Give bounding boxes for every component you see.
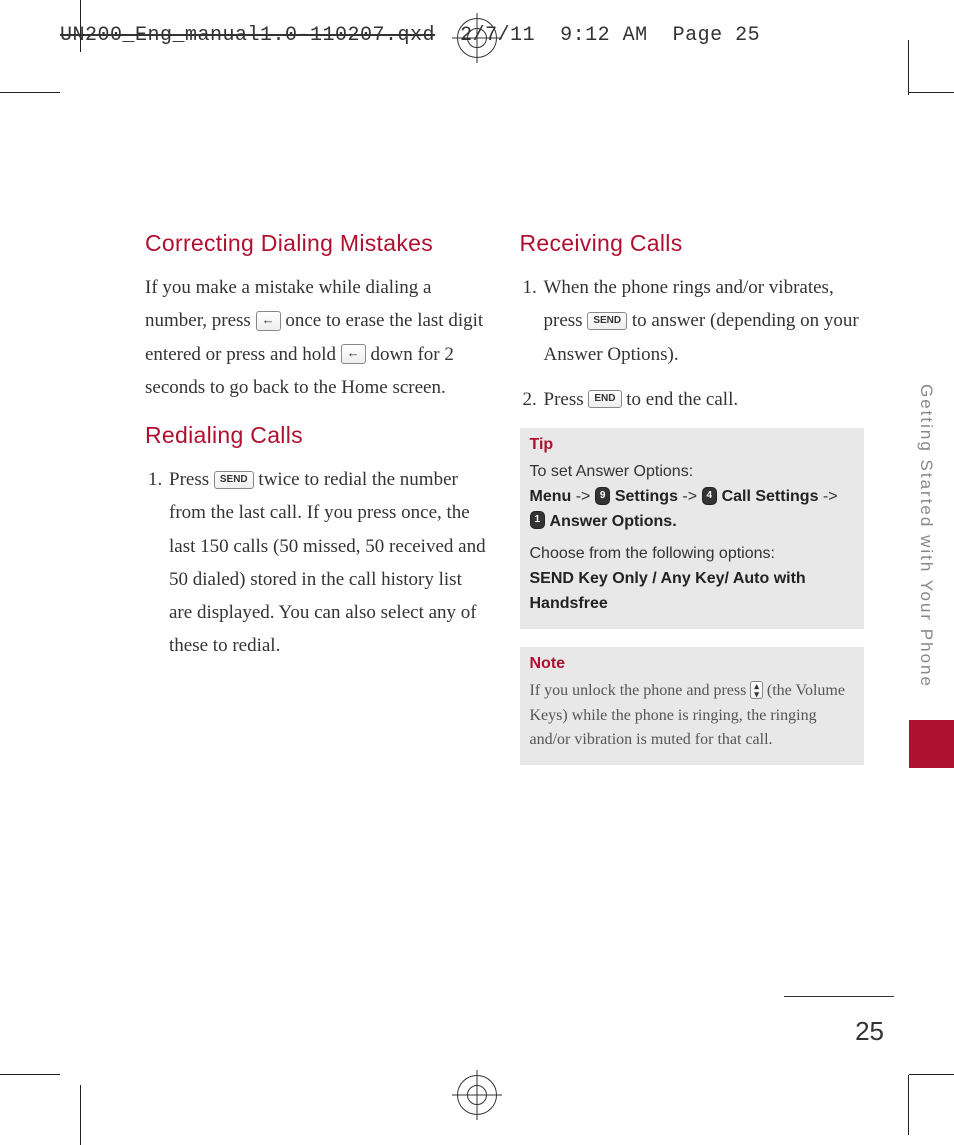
tip-box: Tip To set Answer Options: Menu -> 9 Set… bbox=[520, 428, 865, 629]
crop-mark bbox=[0, 1074, 60, 1075]
print-header: UN200_Eng_manual1.0-110207.qxd 2/7/11 9:… bbox=[60, 24, 760, 47]
heading-redialing-calls: Redialing Calls bbox=[145, 422, 490, 449]
keypad-4-icon: 4 bbox=[702, 487, 718, 505]
note-body: If you unlock the phone and press ▴▾ (th… bbox=[530, 679, 855, 753]
list-item: When the phone rings and/or vibrates, pr… bbox=[542, 271, 865, 371]
list-item: Press SEND twice to redial the number fr… bbox=[167, 463, 490, 663]
note-title: Note bbox=[530, 655, 855, 673]
back-key-icon bbox=[256, 311, 281, 331]
page-content: Correcting Dialing Mistakes If you make … bbox=[145, 230, 864, 783]
crop-mark bbox=[908, 1075, 909, 1135]
right-column: Receiving Calls When the phone rings and… bbox=[520, 230, 865, 783]
heading-receiving-calls: Receiving Calls bbox=[520, 230, 865, 257]
crop-mark bbox=[908, 40, 909, 95]
crop-mark bbox=[80, 0, 81, 52]
crop-mark bbox=[0, 92, 60, 93]
keypad-9-icon: 9 bbox=[595, 487, 611, 505]
crop-mark bbox=[80, 1085, 81, 1145]
crop-mark bbox=[909, 92, 954, 93]
back-key-icon bbox=[341, 344, 366, 364]
list-item: Press END to end the call. bbox=[542, 383, 865, 416]
heading-correcting-dialing-mistakes: Correcting Dialing Mistakes bbox=[145, 230, 490, 257]
print-time: 9:12 AM bbox=[560, 24, 648, 47]
side-tab: Getting Started with Your Phone bbox=[906, 380, 954, 770]
registration-target-icon bbox=[457, 18, 497, 58]
left-column: Correcting Dialing Mistakes If you make … bbox=[145, 230, 490, 783]
crop-mark bbox=[909, 1074, 954, 1075]
tip-body: To set Answer Options: Menu -> 9 Setting… bbox=[530, 460, 855, 617]
print-filename: UN200_Eng_manual1.0-110207.qxd bbox=[60, 24, 435, 47]
side-tab-marker bbox=[909, 720, 954, 768]
keypad-1-icon: 1 bbox=[530, 511, 546, 529]
side-tab-label: Getting Started with Your Phone bbox=[906, 380, 936, 744]
send-key-icon: SEND bbox=[587, 312, 627, 330]
registration-target-icon bbox=[457, 1075, 497, 1115]
send-key-icon: SEND bbox=[214, 471, 254, 489]
ordered-list: Press SEND twice to redial the number fr… bbox=[145, 463, 490, 663]
note-box: Note If you unlock the phone and press ▴… bbox=[520, 647, 865, 765]
page-number: 25 bbox=[855, 1016, 884, 1047]
volume-keys-icon: ▴▾ bbox=[750, 681, 763, 699]
end-key-icon: END bbox=[588, 390, 621, 408]
page-number-rule bbox=[784, 996, 894, 997]
print-page-label: Page 25 bbox=[673, 24, 761, 47]
tip-title: Tip bbox=[530, 436, 855, 454]
paragraph: If you make a mistake while dialing a nu… bbox=[145, 271, 490, 404]
ordered-list: When the phone rings and/or vibrates, pr… bbox=[520, 271, 865, 416]
